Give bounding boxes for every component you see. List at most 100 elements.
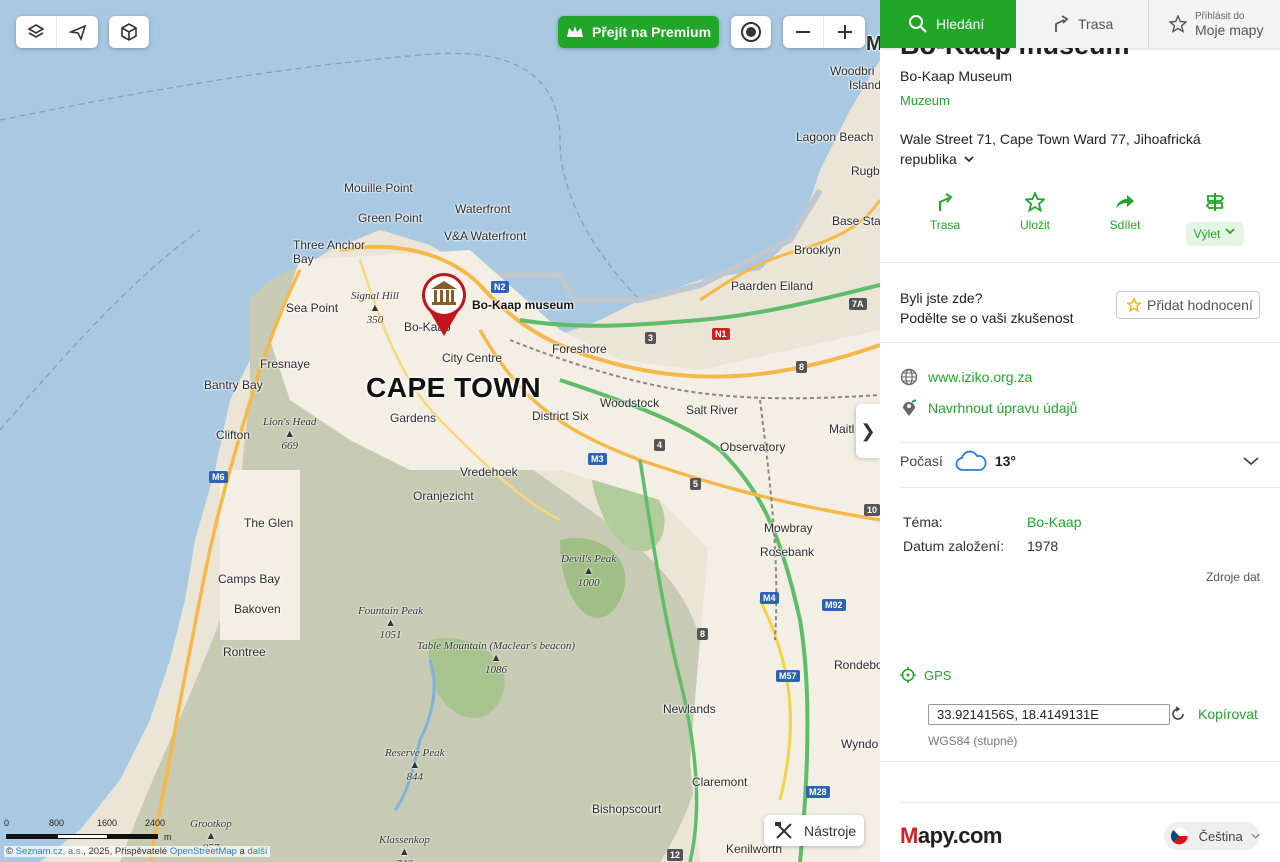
panel-footer: Mapy.com Čeština — [900, 822, 1260, 850]
minus-icon — [796, 31, 810, 33]
road-shield: 7A — [849, 298, 867, 310]
road-shield: 10 — [864, 504, 880, 516]
place-label: Island — [849, 78, 880, 92]
place-label: Mowbray — [764, 521, 813, 535]
place-actions: Trasa Uložit Sdílet Výlet — [900, 192, 1260, 246]
peak-label: Fountain Peak ▲ 1051 — [358, 605, 424, 641]
route-icon — [939, 193, 953, 211]
chevron-down-icon — [1243, 457, 1259, 466]
coordinate-system-label: WGS84 (stupně) — [928, 734, 1018, 748]
language-select[interactable]: Čeština — [1164, 822, 1260, 850]
collapse-panel-button[interactable]: ❯ — [856, 404, 880, 458]
layers-button[interactable] — [16, 16, 57, 48]
cube-icon — [121, 23, 137, 41]
aerial-button[interactable] — [57, 16, 98, 48]
share-icon — [1116, 195, 1134, 209]
peak-label: Klassenkop▲742 — [379, 834, 430, 862]
place-label: Clifton — [216, 428, 251, 442]
place-label: The Glen — [244, 516, 294, 530]
copy-coordinates-button[interactable]: Kopírovat — [1198, 706, 1258, 722]
road-shield: M57 — [776, 670, 800, 682]
share-action-button[interactable]: Sdílet — [1080, 192, 1170, 246]
tools-icon — [775, 821, 792, 839]
place-subtitle: Bo-Kaap Museum — [900, 68, 1013, 84]
divider — [900, 442, 1280, 443]
tools-button[interactable]: Nástroje — [764, 815, 864, 846]
place-label: Salt River — [686, 403, 739, 417]
place-label: M — [866, 33, 880, 55]
place-label: Waterfront — [455, 202, 511, 216]
map-canvas[interactable]: Mouille Point Green Point Waterfront V&A… — [0, 0, 880, 862]
panel-tabs: Hledání Trasa Přihlásit do Moje mapy — [880, 0, 1280, 48]
place-label: Green Point — [358, 211, 423, 225]
route-action-button[interactable]: Trasa — [900, 192, 990, 246]
place-address[interactable]: Wale Street 71, Cape Town Ward 77, Jihoa… — [900, 129, 1230, 169]
globe-icon — [900, 368, 918, 386]
czech-flag-icon — [1170, 827, 1188, 845]
zoom-out-button[interactable] — [783, 16, 824, 48]
place-label: Woodstock — [600, 396, 660, 410]
weather-row[interactable]: Počasí 13° — [900, 450, 1260, 472]
info-value-link[interactable]: Bo-Kaap — [1027, 514, 1081, 530]
divider — [880, 262, 1280, 263]
star-icon — [1025, 192, 1045, 212]
museum-marker-icon[interactable] — [420, 272, 468, 338]
place-label: Lagoon Beach — [796, 130, 874, 144]
info-key: Datum založení: — [903, 538, 1005, 554]
place-label: Rosebank — [760, 545, 815, 559]
map-layer-controls — [16, 16, 98, 48]
place-label: Fresnaye — [260, 357, 311, 371]
road-shield: 3 — [645, 332, 657, 344]
zoom-in-button[interactable] — [824, 16, 865, 48]
swap-format-icon[interactable] — [1170, 706, 1186, 722]
peak-label: Reserve Peak ▲ 844 — [385, 747, 445, 783]
trip-action-button[interactable]: Výlet — [1170, 192, 1260, 246]
tab-route[interactable]: Trasa — [1016, 0, 1149, 48]
data-sources-link[interactable]: Zdroje dat — [1206, 570, 1260, 584]
divider — [880, 761, 1280, 762]
place-label: Observatory — [720, 440, 786, 454]
tab-search[interactable]: Hledání — [880, 0, 1016, 48]
tab-my-maps[interactable]: Přihlásit do Moje mapy — [1149, 0, 1280, 48]
add-review-button[interactable]: Přidat hodnocení — [1116, 291, 1260, 319]
place-label: Mouille Point — [344, 181, 413, 195]
place-label: Bantry Bay — [204, 378, 263, 392]
place-label: Sea Point — [286, 301, 339, 315]
place-label: V&A Waterfront — [444, 229, 527, 243]
zoom-controls — [783, 16, 865, 48]
chevron-down-icon — [1251, 833, 1260, 839]
route-icon — [1055, 15, 1069, 32]
road-shield: M3 — [588, 453, 607, 465]
place-label: Base Sta — [832, 214, 880, 228]
road-shield: M4 — [760, 592, 779, 604]
more-link[interactable]: další — [247, 846, 267, 857]
website-link[interactable]: www.iziko.org.za — [900, 368, 1032, 386]
road-shield: M92 — [822, 599, 846, 611]
place-label: Rugb — [851, 164, 880, 178]
crown-icon — [567, 26, 583, 37]
place-label: City Centre — [442, 351, 503, 365]
seznam-link[interactable]: Seznam.cz, a.s. — [16, 846, 84, 857]
place-category[interactable]: Muzeum — [900, 93, 950, 108]
peak-label: Lion's Head ▲ 669 — [263, 416, 317, 452]
place-label: Bishopscourt — [592, 802, 662, 816]
place-label: Rontree — [223, 645, 266, 659]
save-action-button[interactable]: Uložit — [990, 192, 1080, 246]
place-label: Rondebo — [834, 658, 880, 672]
locate-button[interactable] — [731, 16, 771, 48]
divider — [900, 487, 1280, 488]
trip-dropdown[interactable]: Výlet — [1185, 222, 1245, 246]
review-prompt: Byli jste zde? Podělte se o vaši zkušeno… — [900, 290, 1074, 326]
city-label: CAPE TOWN — [366, 372, 542, 403]
coordinates-field[interactable]: 33.9214156S, 18.4149131E — [928, 704, 1170, 725]
marker-label[interactable]: Bo-Kaap museum — [472, 298, 574, 312]
place-label: Oranjezicht — [413, 489, 474, 503]
mapy-logo[interactable]: Mapy.com — [900, 823, 1002, 849]
3d-button[interactable] — [109, 16, 149, 48]
suggest-edit-link[interactable]: Navrhnout úpravu údajů — [900, 399, 1077, 417]
place-label: Woodbri — [830, 64, 875, 78]
place-label: Claremont — [692, 775, 748, 789]
peak-label: Devil's Peak ▲ 1000 — [561, 553, 617, 589]
osm-link[interactable]: OpenStreetMap — [170, 846, 237, 857]
premium-button[interactable]: Přejít na Premium — [558, 16, 719, 48]
